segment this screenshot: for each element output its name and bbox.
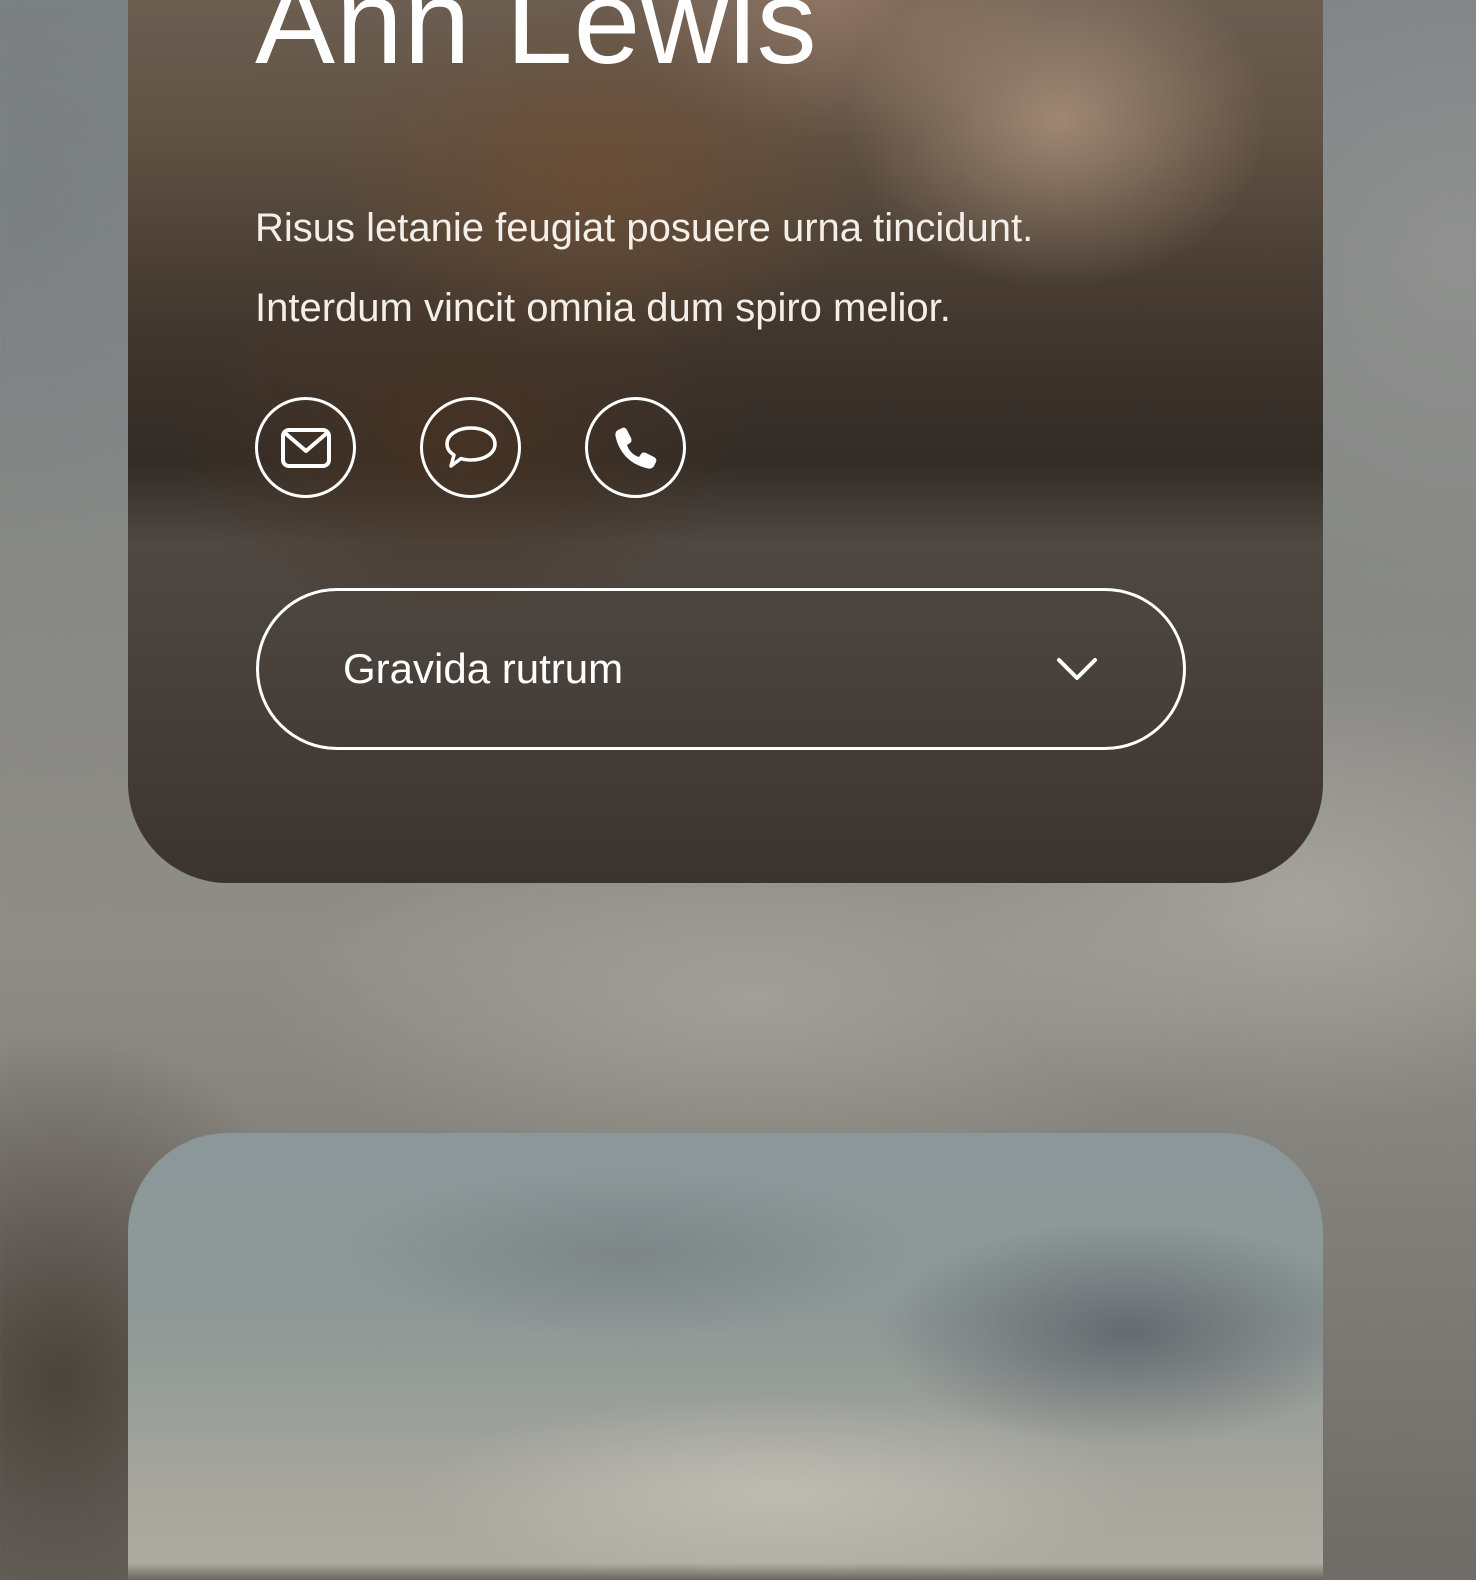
landscape-image-card <box>128 1133 1323 1580</box>
email-button[interactable] <box>255 397 356 498</box>
bio-line: Interdum vincit omnia dum spiro melior. <box>255 286 951 330</box>
select-dropdown[interactable]: Gravida rutrum <box>256 588 1186 750</box>
phone-icon <box>614 427 656 469</box>
chat-bubble-icon <box>444 425 497 468</box>
profile-name: Ann Lewis <box>255 0 818 89</box>
mail-icon <box>280 427 331 468</box>
dropdown-selected-value: Gravida rutrum <box>343 645 624 692</box>
horizon-strip <box>128 1563 1323 1580</box>
contact-actions <box>255 397 686 498</box>
message-button[interactable] <box>420 397 521 498</box>
profile-bio: Risus letanie feugiat posuere urna tinci… <box>255 188 1235 348</box>
chevron-down-icon <box>1057 658 1097 680</box>
bio-line: Risus letanie feugiat posuere urna tinci… <box>255 206 1034 250</box>
call-button[interactable] <box>585 397 686 498</box>
